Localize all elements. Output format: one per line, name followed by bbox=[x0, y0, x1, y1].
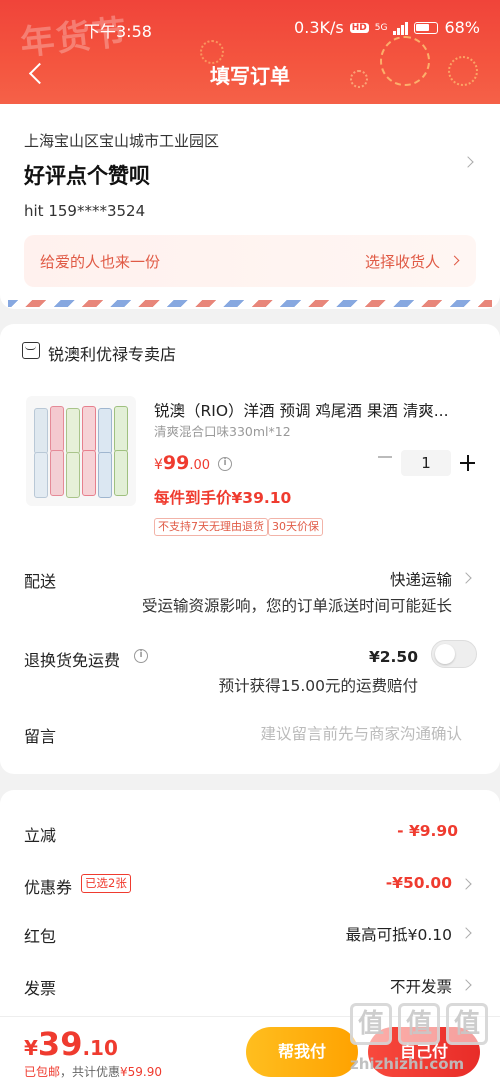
battery-icon bbox=[414, 21, 439, 34]
select-receiver-link[interactable]: 选择收货人 bbox=[365, 251, 440, 272]
navbar: 填写订单 bbox=[0, 54, 500, 94]
price-protect-tag: 30天价保 bbox=[268, 518, 323, 536]
message-label: 留言 bbox=[24, 727, 57, 746]
chevron-right-icon bbox=[449, 255, 460, 266]
store-name[interactable]: 锐澳利优禄专卖店 bbox=[48, 341, 176, 365]
coupon-value[interactable]: -¥50.00 bbox=[386, 874, 452, 892]
delivery-label: 配送 bbox=[24, 572, 57, 591]
chevron-right-icon bbox=[460, 572, 472, 584]
info-icon[interactable]: i bbox=[134, 649, 148, 663]
airmail-border bbox=[8, 300, 492, 307]
product-spec: 清爽混合口味330ml*12 bbox=[154, 424, 291, 439]
instant-discount-value: - ¥9.90 bbox=[397, 822, 458, 840]
no-return-tag: 不支持7天无理由退货 bbox=[154, 518, 268, 536]
network-type: 5G bbox=[374, 22, 388, 33]
gift-text: 给爱的人也来一份 bbox=[40, 253, 161, 271]
header: 年货节 下午3:58 0.3K/s HD 5G 68% 填写订单 bbox=[0, 0, 500, 104]
coupon-selected-tag: 已选2张 bbox=[81, 874, 131, 893]
address-region: 上海宝山区宝山城市工业园区 bbox=[24, 132, 220, 150]
watermark-logo: 值 值 值 zhizhizhi.com bbox=[340, 1003, 500, 1083]
discount-card: 立减 - ¥9.90 优惠券 已选2张 -¥50.00 红包 最高可抵¥0.10… bbox=[0, 790, 500, 1020]
gift-banner[interactable]: 给爱的人也来一份 选择收货人 bbox=[24, 235, 476, 287]
total-price: ¥39.10 bbox=[24, 1025, 118, 1063]
message-input[interactable]: 建议留言前先与商家沟通确认 bbox=[260, 722, 462, 744]
return-insurance-price: ¥2.50 bbox=[368, 648, 418, 666]
page-title: 填写订单 bbox=[210, 64, 290, 88]
instant-discount-label: 立减 bbox=[24, 826, 57, 845]
invoice-label: 发票 bbox=[24, 979, 57, 998]
network-speed: 0.3K/s bbox=[294, 18, 344, 37]
return-insurance-toggle[interactable] bbox=[431, 640, 477, 668]
address-card[interactable]: 上海宝山区宝山城市工业园区 好评点个赞呗 hit 159****3524 给爱的… bbox=[0, 104, 500, 309]
return-insurance-note: 预计获得15.00元的运费赔付 bbox=[218, 677, 418, 695]
chevron-right-icon bbox=[462, 156, 474, 168]
status-time: 下午3:58 bbox=[84, 22, 152, 41]
order-card: 锐澳利优禄专卖店 锐澳（RIO）洋酒 预调 鸡尾酒 果酒 清爽... 清爽混合口… bbox=[0, 324, 500, 774]
address-detail: 好评点个赞呗 bbox=[24, 164, 150, 188]
plus-icon[interactable] bbox=[460, 450, 476, 476]
quantity-input[interactable]: 1 bbox=[401, 450, 451, 476]
delivery-value[interactable]: 快递运输 bbox=[390, 568, 452, 590]
product-image[interactable] bbox=[26, 396, 136, 506]
minus-icon[interactable] bbox=[378, 456, 392, 458]
total-summary: 已包邮，共计优惠¥59.90 bbox=[24, 1065, 163, 1079]
status-bar: 下午3:58 0.3K/s HD 5G 68% bbox=[0, 16, 500, 41]
final-price: 每件到手价¥39.10 bbox=[154, 489, 292, 507]
chevron-right-icon bbox=[460, 979, 472, 991]
return-insurance-label: 退换货免运费 bbox=[24, 651, 121, 670]
coupon-label: 优惠券 bbox=[24, 878, 73, 897]
red-packet-value[interactable]: 最高可抵¥0.10 bbox=[346, 923, 452, 945]
info-icon[interactable]: i bbox=[218, 457, 232, 471]
signal-icon bbox=[393, 21, 409, 35]
invoice-value[interactable]: 不开发票 bbox=[390, 975, 452, 997]
red-packet-label: 红包 bbox=[24, 927, 57, 946]
chevron-right-icon bbox=[460, 878, 472, 890]
delivery-note: 受运输资源影响，您的订单派送时间可能延长 bbox=[141, 597, 452, 615]
hd-badge: HD bbox=[349, 22, 369, 33]
shop-icon bbox=[22, 342, 40, 359]
product-title[interactable]: 锐澳（RIO）洋酒 预调 鸡尾酒 果酒 清爽... bbox=[154, 399, 476, 421]
address-contact: hit 159****3524 bbox=[24, 202, 146, 220]
battery-level: 68% bbox=[444, 18, 480, 37]
status-right: 0.3K/s HD 5G 68% bbox=[294, 18, 480, 37]
chevron-right-icon bbox=[460, 927, 472, 939]
product-price: ¥99.00 bbox=[154, 452, 211, 474]
